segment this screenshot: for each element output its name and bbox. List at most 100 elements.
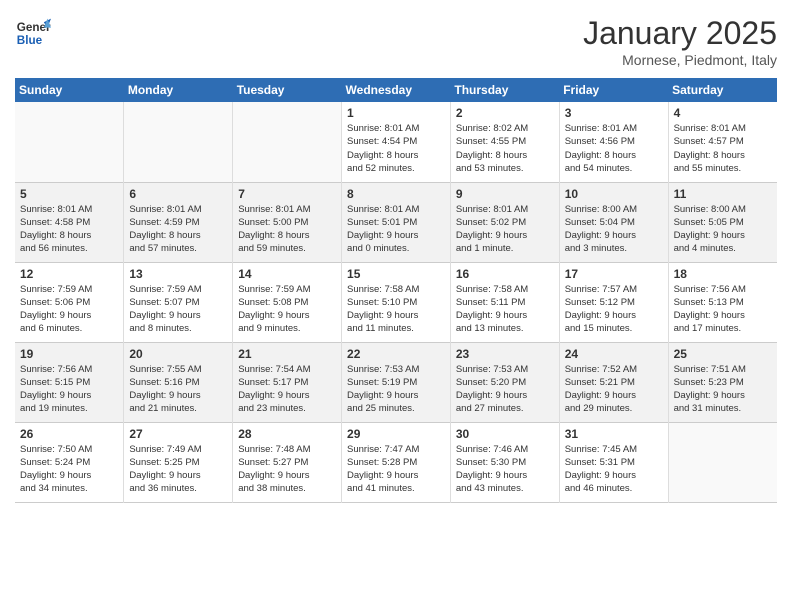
day-number: 29	[347, 427, 445, 441]
day-number: 19	[20, 347, 118, 361]
day-number: 2	[456, 106, 554, 120]
day-info: Sunrise: 7:52 AM Sunset: 5:21 PM Dayligh…	[565, 363, 663, 416]
calendar-cell: 25 Sunrise: 7:51 AM Sunset: 5:23 PM Dayli…	[668, 342, 777, 422]
day-number: 25	[674, 347, 772, 361]
calendar-cell: 8 Sunrise: 8:01 AM Sunset: 5:01 PM Daylig…	[342, 182, 451, 262]
weekday-header-thursday: Thursday	[450, 78, 559, 102]
location: Mornese, Piedmont, Italy	[583, 52, 777, 68]
calendar-cell: 23 Sunrise: 7:53 AM Sunset: 5:20 PM Dayli…	[450, 342, 559, 422]
day-number: 9	[456, 187, 554, 201]
calendar-cell	[15, 102, 124, 182]
day-info: Sunrise: 8:02 AM Sunset: 4:55 PM Dayligh…	[456, 122, 554, 175]
calendar-cell: 24 Sunrise: 7:52 AM Sunset: 5:21 PM Dayli…	[559, 342, 668, 422]
calendar-cell: 5Sunrise: 8:01 AM Sunset: 4:58 PM Daylig…	[15, 182, 124, 262]
day-info: Sunrise: 7:53 AM Sunset: 5:19 PM Dayligh…	[347, 363, 445, 416]
day-number: 3	[565, 106, 663, 120]
day-info: Sunrise: 8:00 AM Sunset: 5:05 PM Dayligh…	[674, 203, 772, 256]
day-info: Sunrise: 7:53 AM Sunset: 5:20 PM Dayligh…	[456, 363, 554, 416]
day-info: Sunrise: 7:57 AM Sunset: 5:12 PM Dayligh…	[565, 283, 663, 336]
calendar-cell: 12Sunrise: 7:59 AM Sunset: 5:06 PM Dayli…	[15, 262, 124, 342]
week-row-3: 12Sunrise: 7:59 AM Sunset: 5:06 PM Dayli…	[15, 262, 777, 342]
day-info: Sunrise: 7:56 AM Sunset: 5:15 PM Dayligh…	[20, 363, 118, 416]
day-number: 13	[129, 267, 227, 281]
day-info: Sunrise: 7:51 AM Sunset: 5:23 PM Dayligh…	[674, 363, 772, 416]
calendar-cell: 30 Sunrise: 7:46 AM Sunset: 5:30 PM Dayli…	[450, 422, 559, 502]
day-info: Sunrise: 8:01 AM Sunset: 4:56 PM Dayligh…	[565, 122, 663, 175]
day-number: 14	[238, 267, 336, 281]
day-info: Sunrise: 7:50 AM Sunset: 5:24 PM Dayligh…	[20, 443, 118, 496]
page-header: General Blue January 2025 Mornese, Piedm…	[15, 15, 777, 68]
calendar-cell: 29 Sunrise: 7:47 AM Sunset: 5:28 PM Dayli…	[342, 422, 451, 502]
day-number: 8	[347, 187, 445, 201]
day-number: 21	[238, 347, 336, 361]
day-info: Sunrise: 7:59 AM Sunset: 5:08 PM Dayligh…	[238, 283, 336, 336]
day-number: 15	[347, 267, 445, 281]
weekday-header-wednesday: Wednesday	[342, 78, 451, 102]
day-number: 7	[238, 187, 336, 201]
day-info: Sunrise: 8:00 AM Sunset: 5:04 PM Dayligh…	[565, 203, 663, 256]
day-number: 11	[674, 187, 772, 201]
weekday-header-tuesday: Tuesday	[233, 78, 342, 102]
day-info: Sunrise: 8:01 AM Sunset: 4:59 PM Dayligh…	[129, 203, 227, 256]
weekday-header-monday: Monday	[124, 78, 233, 102]
calendar-cell: 20 Sunrise: 7:55 AM Sunset: 5:16 PM Dayli…	[124, 342, 233, 422]
week-row-5: 26 Sunrise: 7:50 AM Sunset: 5:24 PM Dayli…	[15, 422, 777, 502]
day-number: 31	[565, 427, 663, 441]
day-number: 1	[347, 106, 445, 120]
day-number: 4	[674, 106, 772, 120]
calendar-cell: 2 Sunrise: 8:02 AM Sunset: 4:55 PM Daylig…	[450, 102, 559, 182]
weekday-header-saturday: Saturday	[668, 78, 777, 102]
calendar-cell: 14 Sunrise: 7:59 AM Sunset: 5:08 PM Dayli…	[233, 262, 342, 342]
calendar-cell: 16 Sunrise: 7:58 AM Sunset: 5:11 PM Dayli…	[450, 262, 559, 342]
calendar-cell	[124, 102, 233, 182]
calendar-cell: 9Sunrise: 8:01 AM Sunset: 5:02 PM Daylig…	[450, 182, 559, 262]
day-number: 16	[456, 267, 554, 281]
day-number: 18	[674, 267, 772, 281]
day-info: Sunrise: 8:01 AM Sunset: 5:00 PM Dayligh…	[238, 203, 336, 256]
calendar-cell: 1 Sunrise: 8:01 AM Sunset: 4:54 PM Daylig…	[342, 102, 451, 182]
day-number: 28	[238, 427, 336, 441]
calendar-cell: 27Sunrise: 7:49 AM Sunset: 5:25 PM Dayli…	[124, 422, 233, 502]
calendar-cell: 10Sunrise: 8:00 AM Sunset: 5:04 PM Dayli…	[559, 182, 668, 262]
calendar-cell: 26 Sunrise: 7:50 AM Sunset: 5:24 PM Dayli…	[15, 422, 124, 502]
day-info: Sunrise: 8:01 AM Sunset: 5:01 PM Dayligh…	[347, 203, 445, 256]
day-info: Sunrise: 7:47 AM Sunset: 5:28 PM Dayligh…	[347, 443, 445, 496]
day-info: Sunrise: 7:55 AM Sunset: 5:16 PM Dayligh…	[129, 363, 227, 416]
day-number: 17	[565, 267, 663, 281]
calendar-cell	[668, 422, 777, 502]
calendar-cell: 28Sunrise: 7:48 AM Sunset: 5:27 PM Dayli…	[233, 422, 342, 502]
weekday-header-sunday: Sunday	[15, 78, 124, 102]
calendar-cell: 7 Sunrise: 8:01 AM Sunset: 5:00 PM Daylig…	[233, 182, 342, 262]
day-info: Sunrise: 7:45 AM Sunset: 5:31 PM Dayligh…	[565, 443, 663, 496]
day-info: Sunrise: 8:01 AM Sunset: 4:58 PM Dayligh…	[20, 203, 118, 256]
day-number: 24	[565, 347, 663, 361]
weekday-header-friday: Friday	[559, 78, 668, 102]
day-number: 30	[456, 427, 554, 441]
day-number: 20	[129, 347, 227, 361]
week-row-2: 5Sunrise: 8:01 AM Sunset: 4:58 PM Daylig…	[15, 182, 777, 262]
calendar-cell: 31 Sunrise: 7:45 AM Sunset: 5:31 PM Dayli…	[559, 422, 668, 502]
calendar-cell: 4Sunrise: 8:01 AM Sunset: 4:57 PM Daylig…	[668, 102, 777, 182]
day-info: Sunrise: 7:58 AM Sunset: 5:11 PM Dayligh…	[456, 283, 554, 336]
day-info: Sunrise: 7:56 AM Sunset: 5:13 PM Dayligh…	[674, 283, 772, 336]
month-title: January 2025	[583, 15, 777, 52]
day-number: 23	[456, 347, 554, 361]
calendar-cell: 11 Sunrise: 8:00 AM Sunset: 5:05 PM Dayli…	[668, 182, 777, 262]
day-info: Sunrise: 7:59 AM Sunset: 5:07 PM Dayligh…	[129, 283, 227, 336]
svg-text:Blue: Blue	[17, 34, 43, 47]
calendar-table: SundayMondayTuesdayWednesdayThursdayFrid…	[15, 78, 777, 503]
calendar-cell: 17 Sunrise: 7:57 AM Sunset: 5:12 PM Dayli…	[559, 262, 668, 342]
title-block: January 2025 Mornese, Piedmont, Italy	[583, 15, 777, 68]
calendar-cell: 22 Sunrise: 7:53 AM Sunset: 5:19 PM Dayli…	[342, 342, 451, 422]
day-number: 22	[347, 347, 445, 361]
calendar-cell: 13 Sunrise: 7:59 AM Sunset: 5:07 PM Dayli…	[124, 262, 233, 342]
day-number: 6	[129, 187, 227, 201]
day-info: Sunrise: 8:01 AM Sunset: 4:54 PM Dayligh…	[347, 122, 445, 175]
day-info: Sunrise: 7:46 AM Sunset: 5:30 PM Dayligh…	[456, 443, 554, 496]
calendar-cell: 15Sunrise: 7:58 AM Sunset: 5:10 PM Dayli…	[342, 262, 451, 342]
weekday-header-row: SundayMondayTuesdayWednesdayThursdayFrid…	[15, 78, 777, 102]
day-number: 26	[20, 427, 118, 441]
week-row-4: 19 Sunrise: 7:56 AM Sunset: 5:15 PM Dayli…	[15, 342, 777, 422]
calendar-cell: 18 Sunrise: 7:56 AM Sunset: 5:13 PM Dayli…	[668, 262, 777, 342]
day-info: Sunrise: 7:54 AM Sunset: 5:17 PM Dayligh…	[238, 363, 336, 416]
